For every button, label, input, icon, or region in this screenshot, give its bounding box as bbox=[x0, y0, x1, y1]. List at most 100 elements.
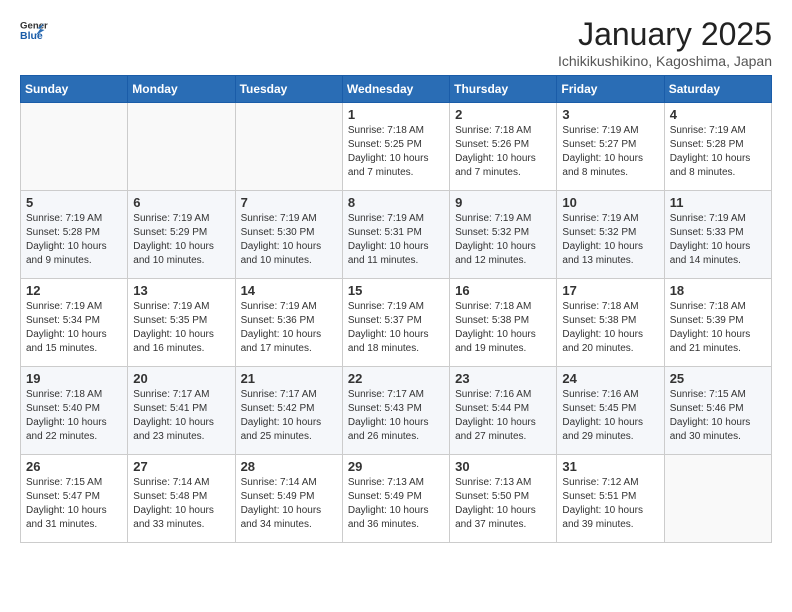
calendar-cell bbox=[21, 103, 128, 191]
cell-info: Sunrise: 7:17 AM Sunset: 5:43 PM Dayligh… bbox=[348, 388, 444, 444]
cell-info: Sunrise: 7:19 AM Sunset: 5:36 PM Dayligh… bbox=[241, 300, 337, 356]
cell-info: Sunrise: 7:18 AM Sunset: 5:39 PM Dayligh… bbox=[670, 300, 766, 356]
calendar-cell: 16 Sunrise: 7:18 AM Sunset: 5:38 PM Dayli… bbox=[450, 279, 557, 367]
calendar-cell: 14 Sunrise: 7:19 AM Sunset: 5:36 PM Dayli… bbox=[235, 279, 342, 367]
calendar-cell: 15Sunrise: 7:19 AM Sunset: 5:37 PM Dayli… bbox=[342, 279, 449, 367]
cell-info: Sunrise: 7:14 AM Sunset: 5:48 PM Dayligh… bbox=[133, 476, 229, 532]
location-subtitle: Ichikikushikino, Kagoshima, Japan bbox=[558, 53, 772, 69]
day-number: 4 bbox=[670, 107, 766, 122]
calendar-cell: 19 Sunrise: 7:18 AM Sunset: 5:40 PM Dayli… bbox=[21, 367, 128, 455]
cell-info: Sunrise: 7:19 AM Sunset: 5:28 PM Dayligh… bbox=[26, 212, 122, 268]
calendar-cell: 24 Sunrise: 7:16 AM Sunset: 5:45 PM Dayli… bbox=[557, 367, 664, 455]
cell-info: Sunrise: 7:19 AM Sunset: 5:31 PM Dayligh… bbox=[348, 212, 444, 268]
calendar-cell: 8 Sunrise: 7:19 AM Sunset: 5:31 PM Daylig… bbox=[342, 191, 449, 279]
cell-info: Sunrise: 7:18 AM Sunset: 5:38 PM Dayligh… bbox=[562, 300, 658, 356]
day-number: 8 bbox=[348, 195, 444, 210]
day-number: 19 bbox=[26, 371, 122, 386]
title-block: January 2025 Ichikikushikino, Kagoshima,… bbox=[558, 16, 772, 69]
calendar-week-row: 5 Sunrise: 7:19 AM Sunset: 5:28 PM Daylig… bbox=[21, 191, 772, 279]
calendar-cell: 18Sunrise: 7:18 AM Sunset: 5:39 PM Dayli… bbox=[664, 279, 771, 367]
calendar-cell: 5 Sunrise: 7:19 AM Sunset: 5:28 PM Daylig… bbox=[21, 191, 128, 279]
cell-info: Sunrise: 7:19 AM Sunset: 5:34 PM Dayligh… bbox=[26, 300, 122, 356]
cell-info: Sunrise: 7:16 AM Sunset: 5:45 PM Dayligh… bbox=[562, 388, 658, 444]
cell-info: Sunrise: 7:19 AM Sunset: 5:35 PM Dayligh… bbox=[133, 300, 229, 356]
weekday-header-wednesday: Wednesday bbox=[342, 76, 449, 103]
day-number: 23 bbox=[455, 371, 551, 386]
cell-info: Sunrise: 7:19 AM Sunset: 5:27 PM Dayligh… bbox=[562, 124, 658, 180]
weekday-header-thursday: Thursday bbox=[450, 76, 557, 103]
day-number: 30 bbox=[455, 459, 551, 474]
calendar-cell: 2Sunrise: 7:18 AM Sunset: 5:26 PM Daylig… bbox=[450, 103, 557, 191]
calendar-body: 1 Sunrise: 7:18 AM Sunset: 5:25 PM Daylig… bbox=[21, 103, 772, 543]
cell-info: Sunrise: 7:18 AM Sunset: 5:26 PM Dayligh… bbox=[455, 124, 551, 180]
day-number: 12 bbox=[26, 283, 122, 298]
cell-info: Sunrise: 7:17 AM Sunset: 5:42 PM Dayligh… bbox=[241, 388, 337, 444]
calendar-week-row: 19 Sunrise: 7:18 AM Sunset: 5:40 PM Dayli… bbox=[21, 367, 772, 455]
logo-icon: General Blue bbox=[20, 16, 48, 44]
cell-info: Sunrise: 7:19 AM Sunset: 5:32 PM Dayligh… bbox=[455, 212, 551, 268]
calendar-cell: 27 Sunrise: 7:14 AM Sunset: 5:48 PM Dayli… bbox=[128, 455, 235, 543]
day-number: 31 bbox=[562, 459, 658, 474]
calendar-cell: 17 Sunrise: 7:18 AM Sunset: 5:38 PM Dayli… bbox=[557, 279, 664, 367]
calendar-cell: 1 Sunrise: 7:18 AM Sunset: 5:25 PM Daylig… bbox=[342, 103, 449, 191]
weekday-header-sunday: Sunday bbox=[21, 76, 128, 103]
day-number: 27 bbox=[133, 459, 229, 474]
calendar-cell bbox=[128, 103, 235, 191]
month-title: January 2025 bbox=[558, 16, 772, 53]
cell-info: Sunrise: 7:18 AM Sunset: 5:38 PM Dayligh… bbox=[455, 300, 551, 356]
calendar-cell: 25Sunrise: 7:15 AM Sunset: 5:46 PM Dayli… bbox=[664, 367, 771, 455]
day-number: 28 bbox=[241, 459, 337, 474]
day-number: 10 bbox=[562, 195, 658, 210]
day-number: 5 bbox=[26, 195, 122, 210]
calendar-cell: 6Sunrise: 7:19 AM Sunset: 5:29 PM Daylig… bbox=[128, 191, 235, 279]
weekday-header-friday: Friday bbox=[557, 76, 664, 103]
calendar-cell: 30 Sunrise: 7:13 AM Sunset: 5:50 PM Dayli… bbox=[450, 455, 557, 543]
cell-info: Sunrise: 7:13 AM Sunset: 5:49 PM Dayligh… bbox=[348, 476, 444, 532]
day-number: 24 bbox=[562, 371, 658, 386]
weekday-header-row: SundayMondayTuesdayWednesdayThursdayFrid… bbox=[21, 76, 772, 103]
day-number: 11 bbox=[670, 195, 766, 210]
day-number: 9 bbox=[455, 195, 551, 210]
cell-info: Sunrise: 7:19 AM Sunset: 5:30 PM Dayligh… bbox=[241, 212, 337, 268]
page-header: General Blue January 2025 Ichikikushikin… bbox=[20, 16, 772, 69]
cell-info: Sunrise: 7:19 AM Sunset: 5:37 PM Dayligh… bbox=[348, 300, 444, 356]
cell-info: Sunrise: 7:12 AM Sunset: 5:51 PM Dayligh… bbox=[562, 476, 658, 532]
calendar-cell: 12 Sunrise: 7:19 AM Sunset: 5:34 PM Dayli… bbox=[21, 279, 128, 367]
day-number: 6 bbox=[133, 195, 229, 210]
day-number: 17 bbox=[562, 283, 658, 298]
cell-info: Sunrise: 7:19 AM Sunset: 5:32 PM Dayligh… bbox=[562, 212, 658, 268]
day-number: 14 bbox=[241, 283, 337, 298]
cell-info: Sunrise: 7:18 AM Sunset: 5:40 PM Dayligh… bbox=[26, 388, 122, 444]
day-number: 1 bbox=[348, 107, 444, 122]
weekday-header-tuesday: Tuesday bbox=[235, 76, 342, 103]
calendar-cell: 21Sunrise: 7:17 AM Sunset: 5:42 PM Dayli… bbox=[235, 367, 342, 455]
day-number: 20 bbox=[133, 371, 229, 386]
calendar-cell: 13Sunrise: 7:19 AM Sunset: 5:35 PM Dayli… bbox=[128, 279, 235, 367]
calendar-cell: 22 Sunrise: 7:17 AM Sunset: 5:43 PM Dayli… bbox=[342, 367, 449, 455]
day-number: 3 bbox=[562, 107, 658, 122]
calendar-cell: 23 Sunrise: 7:16 AM Sunset: 5:44 PM Dayli… bbox=[450, 367, 557, 455]
day-number: 22 bbox=[348, 371, 444, 386]
calendar-cell: 7 Sunrise: 7:19 AM Sunset: 5:30 PM Daylig… bbox=[235, 191, 342, 279]
logo: General Blue bbox=[20, 16, 48, 44]
calendar-week-row: 26Sunrise: 7:15 AM Sunset: 5:47 PM Dayli… bbox=[21, 455, 772, 543]
calendar-week-row: 1 Sunrise: 7:18 AM Sunset: 5:25 PM Daylig… bbox=[21, 103, 772, 191]
calendar-table: SundayMondayTuesdayWednesdayThursdayFrid… bbox=[20, 75, 772, 543]
calendar-cell: 20Sunrise: 7:17 AM Sunset: 5:41 PM Dayli… bbox=[128, 367, 235, 455]
cell-info: Sunrise: 7:14 AM Sunset: 5:49 PM Dayligh… bbox=[241, 476, 337, 532]
day-number: 16 bbox=[455, 283, 551, 298]
cell-info: Sunrise: 7:16 AM Sunset: 5:44 PM Dayligh… bbox=[455, 388, 551, 444]
calendar-cell: 3 Sunrise: 7:19 AM Sunset: 5:27 PM Daylig… bbox=[557, 103, 664, 191]
day-number: 29 bbox=[348, 459, 444, 474]
weekday-header-saturday: Saturday bbox=[664, 76, 771, 103]
cell-info: Sunrise: 7:13 AM Sunset: 5:50 PM Dayligh… bbox=[455, 476, 551, 532]
calendar-cell: 10 Sunrise: 7:19 AM Sunset: 5:32 PM Dayli… bbox=[557, 191, 664, 279]
day-number: 7 bbox=[241, 195, 337, 210]
day-number: 26 bbox=[26, 459, 122, 474]
cell-info: Sunrise: 7:19 AM Sunset: 5:33 PM Dayligh… bbox=[670, 212, 766, 268]
calendar-cell bbox=[235, 103, 342, 191]
calendar-cell: 29 Sunrise: 7:13 AM Sunset: 5:49 PM Dayli… bbox=[342, 455, 449, 543]
cell-info: Sunrise: 7:18 AM Sunset: 5:25 PM Dayligh… bbox=[348, 124, 444, 180]
day-number: 25 bbox=[670, 371, 766, 386]
calendar-cell: 4Sunrise: 7:19 AM Sunset: 5:28 PM Daylig… bbox=[664, 103, 771, 191]
